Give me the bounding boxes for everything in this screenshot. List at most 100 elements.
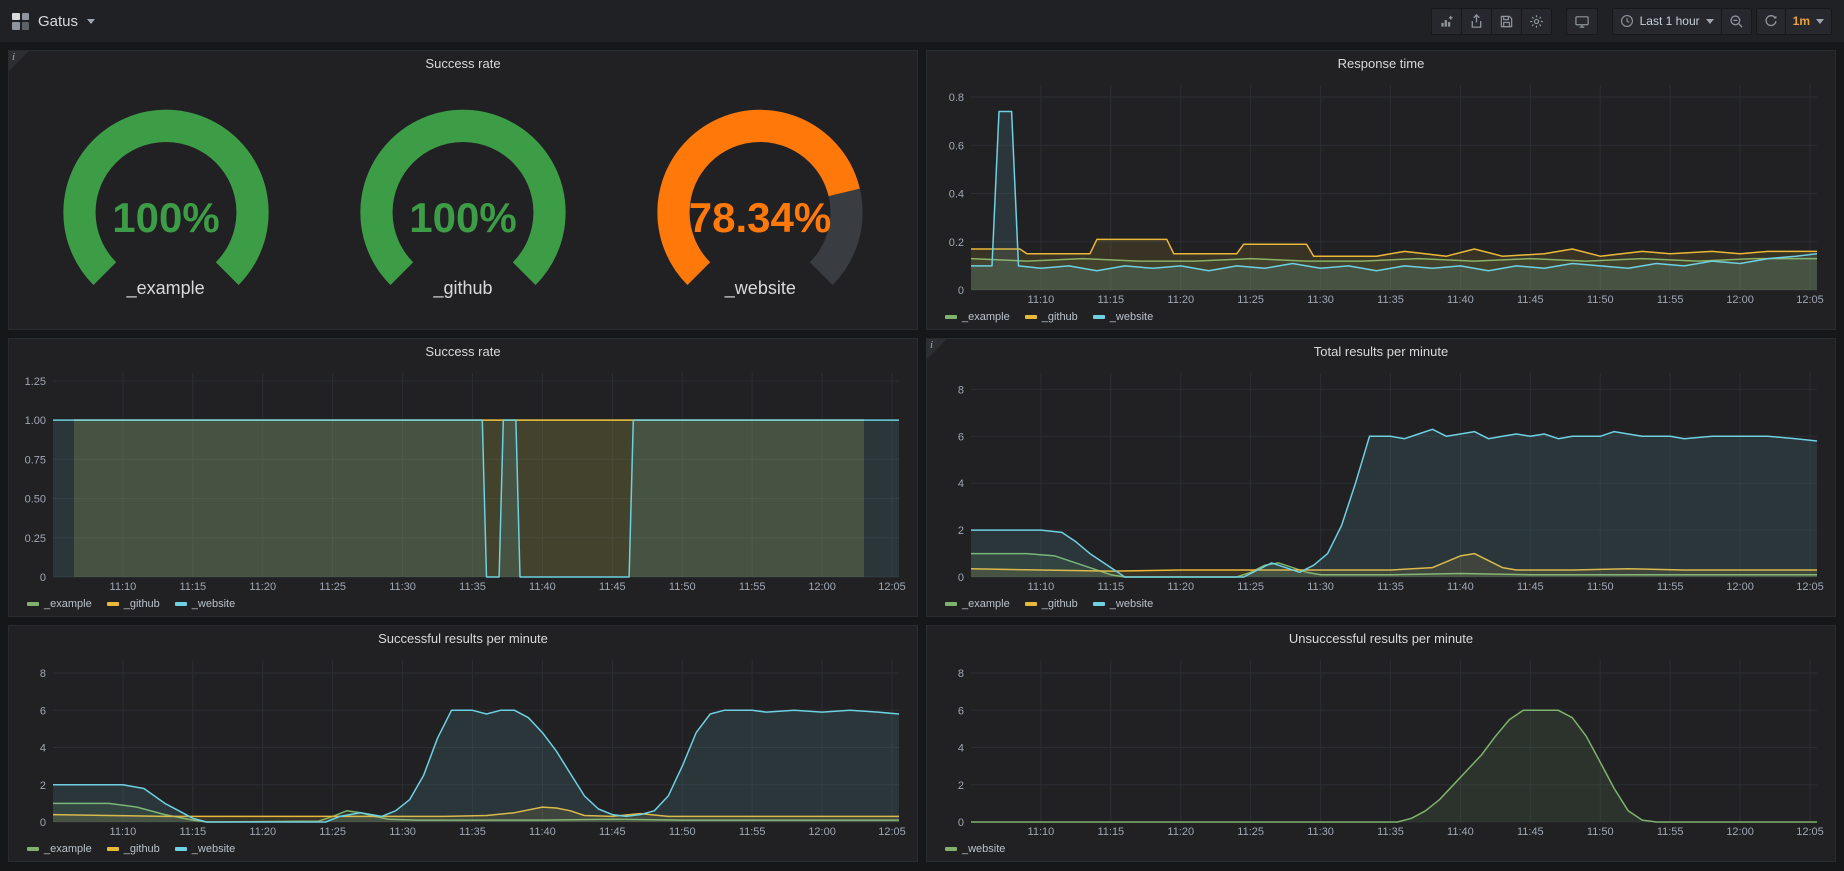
svg-text:11:30: 11:30 xyxy=(1307,294,1334,306)
info-icon[interactable] xyxy=(9,51,29,71)
svg-text:11:25: 11:25 xyxy=(319,581,346,593)
legend-color-marker xyxy=(1025,315,1037,319)
panel-response-time: Response time 00.20.40.60.811:1011:1511:… xyxy=(926,50,1836,330)
svg-text:11:35: 11:35 xyxy=(459,581,486,593)
legend-item-github[interactable]: _github xyxy=(107,843,160,855)
legend-item-example[interactable]: _example xyxy=(27,843,92,855)
panel-success-rate-gauges: Success rate 100% _example 100% _github … xyxy=(8,50,918,330)
info-icon[interactable] xyxy=(927,339,947,359)
legend-item-website[interactable]: _website xyxy=(175,843,235,855)
refresh-button[interactable] xyxy=(1756,8,1786,35)
gauge-label: _website xyxy=(725,278,796,299)
legend-item-github[interactable]: _github xyxy=(1025,598,1078,610)
legend-item-github[interactable]: _github xyxy=(1025,311,1078,323)
chart-legend: _example _github _website xyxy=(17,594,909,614)
legend-series-name: _website xyxy=(1110,311,1153,323)
gauge-arc: 100% xyxy=(30,106,302,304)
panel-title[interactable]: Successful results per minute xyxy=(9,626,917,652)
panel-title[interactable]: Success rate xyxy=(9,51,917,77)
legend-item-website[interactable]: _website xyxy=(1093,311,1153,323)
svg-text:12:00: 12:00 xyxy=(808,826,836,838)
svg-text:11:55: 11:55 xyxy=(739,581,766,593)
response-time-chart[interactable]: 00.20.40.60.811:1011:1511:2011:2511:3011… xyxy=(935,77,1827,307)
legend-item-website[interactable]: _website xyxy=(175,598,235,610)
refresh-interval-picker[interactable]: 1m xyxy=(1785,8,1832,35)
svg-text:11:10: 11:10 xyxy=(1028,581,1055,593)
save-dashboard-button[interactable] xyxy=(1491,8,1522,35)
svg-text:11:50: 11:50 xyxy=(1587,581,1614,593)
svg-text:6: 6 xyxy=(40,705,46,717)
svg-text:11:35: 11:35 xyxy=(1377,294,1404,306)
panel-title[interactable]: Unsuccessful results per minute xyxy=(927,626,1835,652)
svg-text:0: 0 xyxy=(958,572,964,584)
svg-text:4: 4 xyxy=(958,478,964,490)
caret-down-icon xyxy=(87,19,95,28)
legend-item-example[interactable]: _example xyxy=(945,311,1010,323)
refresh-interval-label: 1m xyxy=(1793,14,1810,28)
legend-series-name: _github xyxy=(1042,598,1078,610)
svg-text:12:00: 12:00 xyxy=(1726,581,1754,593)
unsuccessful-results-chart[interactable]: 0246811:1011:1511:2011:2511:3011:3511:40… xyxy=(935,652,1827,839)
gauge-arc: 78.34% xyxy=(624,106,896,304)
svg-text:2: 2 xyxy=(958,525,964,537)
zoom-out-button[interactable] xyxy=(1721,8,1752,35)
tv-mode-button[interactable] xyxy=(1566,8,1598,35)
legend-item-website[interactable]: _website xyxy=(945,843,1005,855)
svg-text:0.75: 0.75 xyxy=(25,454,46,466)
legend-series-name: _example xyxy=(962,311,1010,323)
gauge-example: 100% _example xyxy=(18,106,312,299)
legend-series-name: _github xyxy=(124,843,160,855)
total-results-chart[interactable]: 0246811:1011:1511:2011:2511:3011:3511:40… xyxy=(935,365,1827,594)
svg-text:0.4: 0.4 xyxy=(949,189,964,201)
legend-series-name: _website xyxy=(1110,598,1153,610)
svg-text:11:10: 11:10 xyxy=(110,581,137,593)
svg-text:11:20: 11:20 xyxy=(249,826,276,838)
svg-text:11:55: 11:55 xyxy=(1657,581,1684,593)
svg-text:11:15: 11:15 xyxy=(179,826,206,838)
gauge-label: _example xyxy=(127,278,205,299)
panel-title[interactable]: Total results per minute xyxy=(927,339,1835,365)
time-range-label: Last 1 hour xyxy=(1640,14,1700,28)
panel-total-results: Total results per minute 0246811:1011:15… xyxy=(926,338,1836,617)
panel-title[interactable]: Response time xyxy=(927,51,1835,77)
success-rate-chart[interactable]: 00.250.500.751.001.2511:1011:1511:2011:2… xyxy=(17,365,909,594)
navbar-right: Last 1 hour 1m xyxy=(1431,8,1832,35)
chart-legend: _example _github _website xyxy=(935,307,1827,327)
svg-text:2: 2 xyxy=(40,780,46,792)
legend-item-website[interactable]: _website xyxy=(1093,598,1153,610)
legend-item-example[interactable]: _example xyxy=(27,598,92,610)
time-range-picker-button[interactable]: Last 1 hour xyxy=(1612,8,1722,35)
svg-text:0: 0 xyxy=(958,817,964,829)
gauge-github: 100% _github xyxy=(316,106,610,299)
legend-item-example[interactable]: _example xyxy=(945,598,1010,610)
svg-text:11:10: 11:10 xyxy=(110,826,137,838)
svg-text:100%: 100% xyxy=(112,194,219,241)
legend-series-name: _website xyxy=(192,598,235,610)
legend-color-marker xyxy=(27,602,39,606)
time-range-group: Last 1 hour xyxy=(1612,8,1752,35)
svg-text:11:20: 11:20 xyxy=(1167,826,1194,838)
successful-results-chart[interactable]: 0246811:1011:1511:2011:2511:3011:3511:40… xyxy=(17,652,909,839)
refresh-icon xyxy=(1764,14,1778,28)
apps-grid-icon[interactable] xyxy=(12,13,29,30)
floppy-disk-icon xyxy=(1499,14,1514,29)
legend-color-marker xyxy=(175,847,187,851)
svg-text:0.50: 0.50 xyxy=(25,494,46,506)
add-panel-button[interactable] xyxy=(1431,8,1462,35)
legend-color-marker xyxy=(107,602,119,606)
dashboard-title[interactable]: Gatus xyxy=(38,13,78,30)
share-dashboard-button[interactable] xyxy=(1461,8,1492,35)
panel-title[interactable]: Success rate xyxy=(9,339,917,365)
legend-series-name: _github xyxy=(124,598,160,610)
svg-text:11:40: 11:40 xyxy=(1447,826,1474,838)
svg-text:11:45: 11:45 xyxy=(1517,826,1544,838)
svg-text:11:30: 11:30 xyxy=(389,581,416,593)
dashboard-settings-button[interactable] xyxy=(1521,8,1552,35)
svg-text:12:05: 12:05 xyxy=(1796,294,1824,306)
gauge-row: 100% _example 100% _github 78.34% _websi… xyxy=(9,77,917,329)
svg-text:0: 0 xyxy=(40,572,46,584)
svg-text:8: 8 xyxy=(40,668,46,680)
legend-item-github[interactable]: _github xyxy=(107,598,160,610)
legend-color-marker xyxy=(107,847,119,851)
svg-text:4: 4 xyxy=(40,743,46,755)
